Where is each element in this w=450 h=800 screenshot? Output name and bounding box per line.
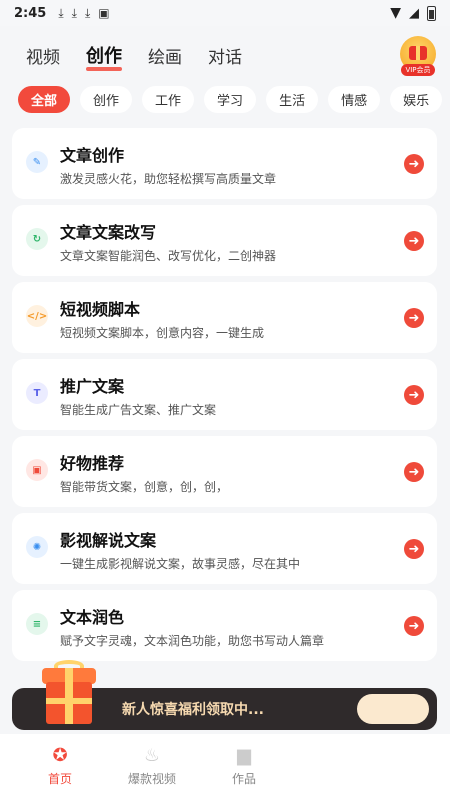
category-chips: 全部 创作 工作 学习 生活 情感 娱乐 xyxy=(18,86,450,116)
text-icon: T xyxy=(26,382,48,404)
card-description: 赋予文字灵魂，文本润色功能，助您书写动人篇章 xyxy=(60,634,325,648)
card-title: 短视频脚本 xyxy=(60,300,141,319)
pen-icon: ✎ xyxy=(26,151,48,173)
film-icon: ✺ xyxy=(26,536,48,558)
gift-box-icon[interactable] xyxy=(34,660,108,730)
arrow-right-icon[interactable]: ➜ xyxy=(404,385,424,405)
nav-label: 爆款视频 xyxy=(127,772,176,786)
arrow-right-icon[interactable]: ➜ xyxy=(404,231,424,251)
chip-create[interactable]: 创作 xyxy=(80,86,133,113)
arrow-right-icon[interactable]: ➜ xyxy=(404,154,424,174)
tab-video[interactable]: 视频 xyxy=(26,43,60,68)
card-film-commentary[interactable]: ✺ 影视解说文案 一键生成影视解说文案，故事灵感，尽在其中 ➜ xyxy=(12,513,437,584)
gift-ribbon xyxy=(46,698,92,704)
card-article-rewrite[interactable]: ↻ 文章文案改写 文章文案智能润色、改写优化，二创神器 ➜ xyxy=(12,205,437,276)
card-title: 好物推荐 xyxy=(60,454,125,473)
bag-icon: ▣ xyxy=(26,459,48,481)
arrow-right-icon[interactable]: ➜ xyxy=(404,539,424,559)
card-title: 文章文案改写 xyxy=(60,223,157,242)
signal-icon: ◢ xyxy=(409,5,419,21)
tab-chat[interactable]: 对话 xyxy=(208,43,242,68)
card-product-recommend[interactable]: ▣ 好物推荐 智能带货文案，创意，创，创， ➜ xyxy=(12,436,437,507)
chip-all[interactable]: 全部 xyxy=(18,86,71,113)
nav-works[interactable]: ▆ 作品 xyxy=(198,734,290,800)
chip-life[interactable]: 生活 xyxy=(266,86,319,113)
gift-ribbon xyxy=(65,668,73,724)
card-description: 智能带货文案，创意，创，创， xyxy=(60,480,229,494)
card-short-video-script[interactable]: </> 短视频脚本 短视频文案脚本，创意内容，一键生成 ➜ xyxy=(12,282,437,353)
arrow-right-icon[interactable]: ➜ xyxy=(404,462,424,482)
nav-hot-videos[interactable]: ♨ 爆款视频 xyxy=(106,734,198,800)
bottom-nav: ✪ 首页 ♨ 爆款视频 ▆ 作品 xyxy=(0,734,450,800)
card-title: 文本润色 xyxy=(60,608,125,627)
chip-work[interactable]: 工作 xyxy=(142,86,195,113)
nav-label: 首页 xyxy=(47,772,72,786)
wifi-icon: ▼ xyxy=(390,5,401,21)
arrow-right-icon[interactable]: ➜ xyxy=(404,616,424,636)
card-title: 影视解说文案 xyxy=(60,531,157,550)
card-description: 一键生成影视解说文案，故事灵感，尽在其中 xyxy=(60,557,301,571)
download-icon: ⤓ xyxy=(58,5,64,20)
promo-claim-button[interactable] xyxy=(357,694,429,724)
tab-painting[interactable]: 绘画 xyxy=(148,43,182,68)
card-title: 推广文案 xyxy=(60,377,125,396)
notification-icon: ▣ xyxy=(98,6,110,20)
chip-emotion[interactable]: 情感 xyxy=(328,86,381,113)
fire-icon: ♨ xyxy=(143,744,161,766)
battery-icon xyxy=(427,5,436,21)
card-description: 短视频文案脚本，创意内容，一键生成 xyxy=(60,326,265,340)
rewrite-icon: ↻ xyxy=(26,228,48,250)
download-icon: ⤓ xyxy=(71,5,77,20)
card-article-writing[interactable]: ✎ 文章创作 激发灵感火花，助您轻松撰写高质量文章 ➜ xyxy=(12,128,437,199)
card-description: 智能生成广告文案、推广文案 xyxy=(60,403,217,417)
home-icon: ✪ xyxy=(52,744,68,766)
folder-icon: ▆ xyxy=(237,744,251,766)
status-time: 2:45 xyxy=(14,5,47,21)
vip-label: VIP会员 xyxy=(401,64,435,76)
chip-entertainment[interactable]: 娱乐 xyxy=(390,86,443,113)
document-icon: ≡ xyxy=(26,613,48,635)
card-text-polish[interactable]: ≡ 文本润色 赋予文字灵魂，文本润色功能，助您书写动人篇章 ➜ xyxy=(12,590,437,661)
nav-home[interactable]: ✪ 首页 xyxy=(14,734,106,800)
download-icon: ⤓ xyxy=(84,5,91,20)
card-description: 文章文案智能润色、改写优化，二创神器 xyxy=(60,249,277,263)
top-tab-bar: 视频 创作 绘画 对话 xyxy=(0,30,450,80)
status-bar: 2:45 ⤓ ⤓ ⤓ ▣ ▼ ◢ xyxy=(0,0,450,26)
script-icon: </> xyxy=(26,305,48,327)
promo-text: 新人惊喜福利领取中... xyxy=(122,702,264,718)
chip-study[interactable]: 学习 xyxy=(204,86,257,113)
gift-icon xyxy=(409,46,427,60)
card-title: 文章创作 xyxy=(60,146,125,165)
card-promo-copy[interactable]: T 推广文案 智能生成广告文案、推广文案 ➜ xyxy=(12,359,437,430)
nav-label: 作品 xyxy=(231,772,256,786)
vip-button[interactable]: VIP会员 xyxy=(400,36,436,76)
tool-list: ✎ 文章创作 激发灵感火花，助您轻松撰写高质量文章 ➜ ↻ 文章文案改写 文章文… xyxy=(12,128,437,667)
arrow-right-icon[interactable]: ➜ xyxy=(404,308,424,328)
card-description: 激发灵感火花，助您轻松撰写高质量文章 xyxy=(60,172,277,186)
tab-create[interactable]: 创作 xyxy=(86,42,122,71)
